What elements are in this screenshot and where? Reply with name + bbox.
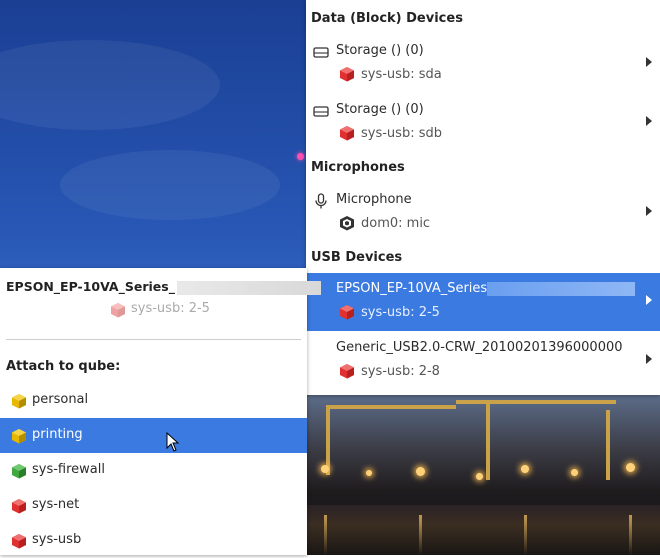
light-reflection — [324, 515, 327, 555]
qube-item-sys-firewall[interactable]: sys-firewall — [0, 453, 307, 488]
device-item-epson-printer[interactable]: EPSON_EP-10VA_Series sys-usb: 2-5 — [306, 273, 660, 331]
qube-red-icon — [340, 67, 354, 82]
submenu-device-qube-label: sys-usb: 2-5 — [131, 301, 210, 316]
device-title: Microphone — [336, 192, 412, 207]
qube-item-sys-usb[interactable]: sys-usb — [0, 523, 307, 558]
drive-icon — [313, 47, 329, 58]
qube-name: sys-net — [32, 497, 80, 512]
qube-red-icon — [12, 534, 26, 549]
crane — [606, 410, 610, 480]
qube-name: personal — [32, 392, 89, 407]
qube-item-personal[interactable]: personal — [0, 383, 307, 418]
qube-red-icon — [12, 499, 26, 514]
devices-menu: Data (Block) Devices Storage () (0) sys-… — [306, 0, 660, 395]
harbor-light — [626, 463, 635, 472]
crane — [486, 400, 490, 480]
device-item-microphone[interactable]: Microphone dom0: mic — [306, 184, 660, 242]
qube-red-icon — [111, 303, 125, 318]
light-reflection — [629, 515, 632, 555]
submenu-device-subtitle: sys-usb: 2-5 — [110, 301, 210, 318]
device-title: Generic_USB2.0-CRW_20100201396000000 — [336, 340, 623, 355]
redacted-serial — [176, 280, 321, 295]
qube-yellow-icon — [12, 429, 26, 444]
crane — [326, 405, 456, 409]
section-header-microphones: Microphones — [311, 160, 405, 175]
qube-red-icon — [340, 126, 354, 141]
device-qube-label: sys-usb: 2-5 — [361, 305, 440, 320]
qube-item-sys-net[interactable]: sys-net — [0, 488, 307, 523]
dom0-qube-icon — [340, 216, 354, 231]
device-qube-label: sys-usb: sda — [361, 67, 442, 82]
device-item-storage-sdb[interactable]: Storage () (0) sys-usb: sdb — [306, 94, 660, 152]
harbor-light — [476, 473, 483, 480]
device-title: EPSON_EP-10VA_Series — [336, 281, 636, 296]
qube-item-printing[interactable]: printing — [0, 418, 307, 453]
submenu-arrow-icon — [646, 354, 652, 364]
device-title: Storage () (0) — [336, 102, 424, 117]
mouse-pointer-icon — [166, 432, 180, 452]
harbor-light — [571, 469, 578, 476]
harbor-cityscape — [306, 395, 660, 555]
attach-submenu: EPSON_EP-10VA_Series_ sys-usb: 2-5 Attac… — [0, 268, 321, 558]
section-header-block-devices: Data (Block) Devices — [311, 11, 463, 26]
crane — [456, 400, 616, 404]
qube-name: printing — [32, 427, 83, 442]
submenu-arrow-icon — [646, 206, 652, 216]
qube-red-icon — [340, 364, 354, 379]
device-item-generic-card-reader[interactable]: Generic_USB2.0-CRW_20100201396000000 sys… — [306, 332, 660, 390]
harbor-water — [306, 505, 660, 555]
light-reflection — [524, 515, 527, 555]
drive-icon — [313, 106, 329, 117]
device-title: Storage () (0) — [336, 43, 424, 58]
light-reflection — [419, 515, 422, 555]
device-qube-label: sys-usb: sdb — [361, 126, 442, 141]
qube-green-icon — [12, 464, 26, 479]
harbor-light — [366, 470, 372, 476]
submenu-arrow-icon — [646, 295, 652, 305]
device-item-storage-sda[interactable]: Storage () (0) sys-usb: sda — [306, 35, 660, 93]
menu-separator — [6, 339, 301, 340]
microphone-icon — [315, 193, 327, 209]
redacted-serial — [487, 281, 636, 296]
submenu-arrow-icon — [646, 116, 652, 126]
harbor-light — [521, 465, 529, 473]
qube-name: sys-usb — [32, 532, 82, 547]
attach-to-qube-label: Attach to qube: — [6, 359, 121, 374]
harbor-light — [321, 465, 329, 473]
harbor-light — [416, 467, 425, 476]
device-qube-label: dom0: mic — [361, 216, 431, 231]
wallpaper-cloud — [60, 150, 280, 220]
qube-name: sys-firewall — [32, 462, 105, 477]
qube-yellow-icon — [12, 394, 26, 409]
section-header-usb-devices: USB Devices — [311, 250, 403, 265]
qube-red-icon — [340, 305, 354, 320]
device-qube-label: sys-usb: 2-8 — [361, 364, 440, 379]
submenu-arrow-icon — [646, 57, 652, 67]
submenu-device-title: EPSON_EP-10VA_Series_ — [6, 279, 321, 295]
wallpaper-light — [297, 153, 304, 160]
wallpaper-cloud — [0, 40, 220, 130]
